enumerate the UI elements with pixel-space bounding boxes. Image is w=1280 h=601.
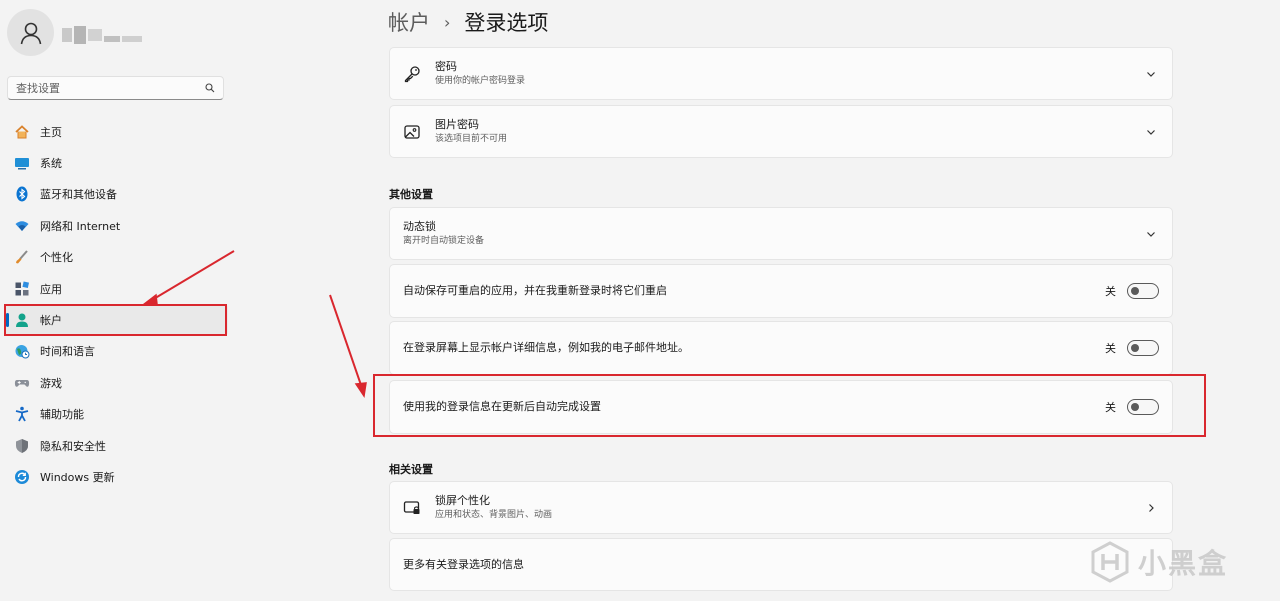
- toggle-state-label: 关: [1105, 342, 1116, 355]
- sidebar-item-label: 时间和语言: [40, 345, 95, 359]
- chevron-down-icon[interactable]: [1143, 66, 1159, 82]
- sidebar-item-label: 系统: [40, 157, 62, 171]
- avatar[interactable]: [7, 9, 54, 56]
- card-subtitle: 应用和状态、背景图片、动画: [435, 510, 553, 520]
- show-account-details-setting: 在登录屏幕上显示帐户详细信息，例如我的电子邮件地址。 关: [389, 321, 1173, 375]
- sidebar-item-accounts[interactable]: 帐户: [4, 304, 228, 336]
- sidebar-item-apps[interactable]: 应用: [4, 273, 228, 304]
- apps-icon: [14, 281, 30, 297]
- sidebar-item-personalization[interactable]: 个性化: [4, 242, 228, 273]
- search-box[interactable]: [7, 76, 224, 100]
- system-icon: [14, 155, 30, 171]
- bluetooth-icon: [14, 186, 30, 202]
- account-icon: [14, 312, 30, 328]
- page-title: 登录选项: [464, 11, 549, 35]
- gamepad-icon: [14, 375, 30, 391]
- sidebar-item-label: 蓝牙和其他设备: [40, 188, 117, 202]
- card-subtitle: 离开时自动锁定设备: [403, 236, 485, 246]
- section-header-other: 其他设置: [389, 188, 433, 201]
- user-name-blurred: [62, 24, 148, 46]
- sidebar-item-gaming[interactable]: 游戏: [4, 367, 228, 398]
- toggle-switch[interactable]: [1127, 399, 1159, 415]
- sidebar-item-label: 主页: [40, 125, 62, 139]
- heybox-logo-icon: [1091, 541, 1129, 583]
- more-info-card[interactable]: 更多有关登录选项的信息: [389, 538, 1173, 591]
- setting-label: 使用我的登录信息在更新后自动完成设置: [403, 400, 601, 413]
- chevron-right-icon[interactable]: [1143, 500, 1159, 516]
- sidebar-item-label: 辅助功能: [40, 408, 84, 422]
- update-icon: [14, 469, 30, 485]
- dynamic-lock-card[interactable]: 动态锁 离开时自动锁定设备: [389, 207, 1173, 260]
- toggle-state-label: 关: [1105, 285, 1116, 298]
- sidebar-item-system[interactable]: 系统: [4, 147, 228, 178]
- password-card[interactable]: 密码 使用你的帐户密码登录: [389, 47, 1173, 100]
- search-icon[interactable]: [205, 83, 215, 93]
- user-icon: [20, 22, 41, 44]
- search-input[interactable]: [16, 81, 205, 95]
- annotation-arrow-setting: [329, 294, 363, 389]
- card-title: 锁屏个性化: [435, 494, 490, 507]
- card-title: 动态锁: [403, 220, 436, 233]
- card-subtitle: 使用你的帐户密码登录: [435, 76, 526, 86]
- watermark-text: 小黑盒: [1138, 547, 1229, 580]
- card-title: 更多有关登录选项的信息: [403, 557, 524, 571]
- lock-screen-card[interactable]: 锁屏个性化 应用和状态、背景图片、动画: [389, 481, 1173, 534]
- home-icon: [14, 124, 30, 140]
- breadcrumb-parent[interactable]: 帐户: [388, 7, 430, 37]
- sidebar-item-privacy[interactable]: 隐私和安全性: [4, 430, 228, 461]
- sidebar-item-time-language[interactable]: 时间和语言: [4, 336, 228, 367]
- sidebar-item-bluetooth[interactable]: 蓝牙和其他设备: [4, 179, 228, 210]
- sidebar-item-label: 游戏: [40, 376, 62, 390]
- sidebar-item-home[interactable]: 主页: [4, 116, 228, 147]
- toggle-state-label: 关: [1105, 401, 1116, 414]
- sidebar-item-label: Windows 更新: [40, 470, 115, 484]
- shield-icon: [14, 438, 30, 454]
- chevron-down-icon[interactable]: [1143, 226, 1159, 242]
- picture-icon: [403, 123, 421, 141]
- toggle-switch[interactable]: [1127, 283, 1159, 299]
- sidebar-item-accessibility[interactable]: 辅助功能: [4, 399, 228, 430]
- chevron-right-icon: ›: [444, 12, 451, 32]
- card-subtitle: 该选项目前不可用: [435, 134, 508, 144]
- chevron-down-icon[interactable]: [1143, 124, 1159, 140]
- sidebar-item-label: 帐户: [40, 314, 62, 328]
- picture-password-card[interactable]: 图片密码 该选项目前不可用: [389, 105, 1173, 158]
- card-title: 图片密码: [435, 118, 479, 131]
- sidebar-item-label: 隐私和安全性: [40, 439, 106, 453]
- accessibility-icon: [14, 406, 30, 422]
- sidebar-item-network[interactable]: 网络和 Internet: [4, 210, 228, 241]
- card-title: 密码: [435, 60, 457, 73]
- section-header-related: 相关设置: [389, 463, 433, 476]
- watermark: 小黑盒: [1090, 537, 1250, 587]
- toggle-switch[interactable]: [1127, 340, 1159, 356]
- wifi-icon: [14, 218, 30, 234]
- auto-finish-setup-setting: 使用我的登录信息在更新后自动完成设置 关: [389, 380, 1173, 434]
- sidebar-item-label: 个性化: [40, 251, 73, 265]
- restart-apps-setting: 自动保存可重启的应用，并在我重新登录时将它们重启 关: [389, 264, 1173, 318]
- breadcrumb: 帐户 › 登录选项: [388, 6, 548, 38]
- key-icon: [403, 65, 421, 83]
- brush-icon: [14, 249, 30, 265]
- setting-label: 自动保存可重启的应用，并在我重新登录时将它们重启: [403, 284, 667, 297]
- sidebar: 主页 系统 蓝牙和其他设备 网络和 Internet 个性化: [0, 0, 240, 601]
- sidebar-item-label: 应用: [40, 282, 62, 296]
- setting-label: 在登录屏幕上显示帐户详细信息，例如我的电子邮件地址。: [403, 341, 689, 354]
- sidebar-item-windows-update[interactable]: Windows 更新: [4, 461, 228, 492]
- lock-screen-icon: [403, 499, 421, 517]
- sidebar-item-label: 网络和 Internet: [40, 219, 121, 233]
- globe-clock-icon: [14, 343, 30, 359]
- sidebar-nav: 主页 系统 蓝牙和其他设备 网络和 Internet 个性化 应用 帐户 时间和…: [4, 116, 228, 493]
